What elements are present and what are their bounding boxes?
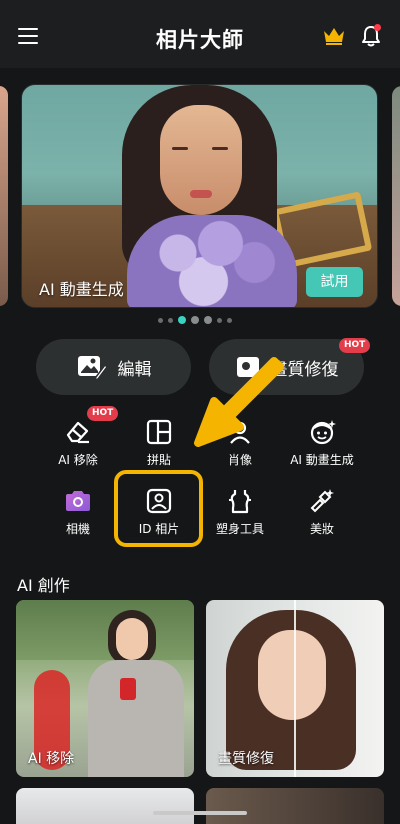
banner-label: AI 動畫生成	[39, 280, 124, 299]
phone	[120, 678, 136, 700]
edit-label: 編輯	[117, 359, 152, 380]
card-quality-enhance[interactable]: 畫質修復	[206, 600, 384, 777]
top-bar: 相片大師	[0, 0, 400, 68]
carousel-page-indicator	[158, 316, 232, 324]
next-banner[interactable]	[392, 86, 400, 306]
card-label: 畫質修復	[218, 751, 274, 767]
portrait-eye	[172, 147, 188, 150]
ai-face-icon	[310, 420, 336, 445]
page-dot	[191, 316, 199, 324]
tool-label: 相機	[65, 522, 90, 536]
page-dot	[227, 317, 232, 323]
page-dot	[204, 316, 212, 324]
tool-makeup[interactable]: 美妝	[282, 486, 362, 537]
card-label: AI 移除	[28, 751, 75, 767]
home-indicator	[153, 811, 247, 815]
portrait-eye	[212, 147, 228, 150]
tool-body-shape[interactable]: 塑身工具	[200, 486, 280, 537]
ai-animation-banner[interactable]: AI 動畫生成 試用	[21, 84, 378, 308]
try-button[interactable]: 試用	[306, 267, 363, 297]
person-sweater	[88, 660, 184, 777]
portrait-lips	[190, 190, 212, 198]
photo-edit-icon	[77, 356, 108, 381]
eraser-icon	[66, 421, 89, 444]
makeup-icon	[310, 489, 334, 513]
id-photo-highlight	[114, 470, 203, 547]
crown-icon[interactable]	[322, 26, 346, 46]
page-dot	[168, 317, 173, 323]
tool-camera[interactable]: 相機	[38, 486, 118, 537]
tool-ai-remove[interactable]: AI 移除	[38, 417, 118, 468]
camera-icon	[66, 491, 90, 511]
person-face	[258, 630, 326, 720]
hot-badge: HOT	[87, 406, 119, 421]
section-title: AI 創作	[17, 576, 70, 595]
page-dot-active	[178, 316, 186, 324]
notification-dot	[374, 24, 381, 31]
card-partial[interactable]	[16, 788, 194, 824]
body-shape-icon	[229, 490, 251, 514]
tool-label: 塑身工具	[215, 522, 264, 536]
compare-divider[interactable]	[294, 600, 296, 777]
page-dot	[217, 317, 222, 323]
feature-carousel[interactable]: AI 動畫生成 試用	[0, 82, 400, 308]
tool-label: AI 移除	[58, 453, 98, 467]
arrow-annotation-icon	[194, 357, 284, 447]
person-face	[116, 618, 148, 660]
card-bg-trees	[16, 600, 194, 660]
flower-bouquet	[127, 215, 297, 307]
card-partial[interactable]	[206, 788, 384, 824]
tool-label: 美妝	[309, 522, 334, 536]
hot-badge: HOT	[339, 338, 371, 353]
card-ai-remove[interactable]: AI 移除	[16, 600, 194, 777]
previous-banner[interactable]	[0, 86, 8, 306]
portrait-face	[160, 105, 242, 215]
page-dot	[158, 317, 163, 323]
